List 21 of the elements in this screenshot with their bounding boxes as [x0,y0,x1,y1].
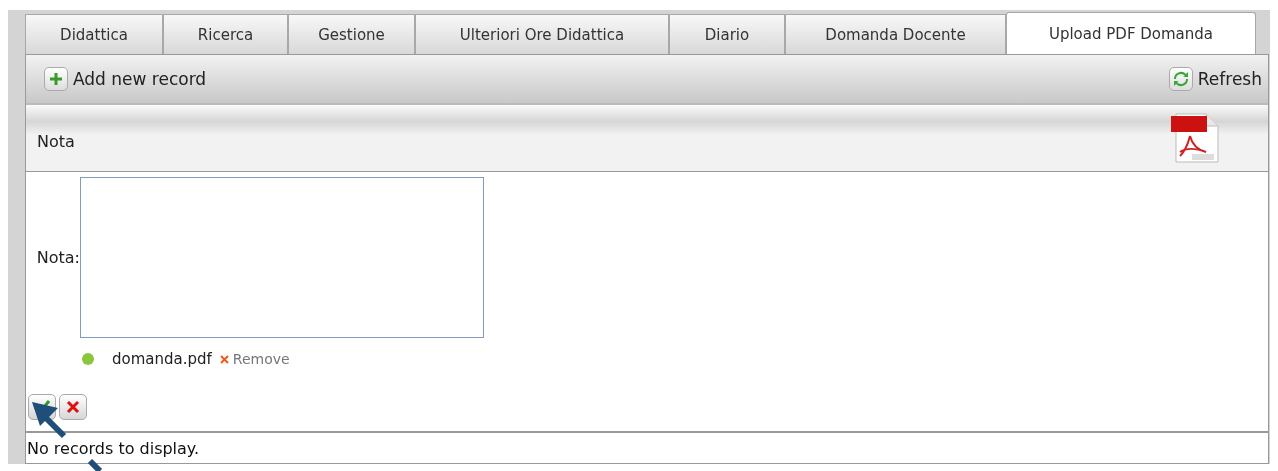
cancel-button[interactable] [59,394,87,420]
refresh-button[interactable]: Refresh [1168,67,1262,91]
column-header: Nota [37,131,75,151]
status-text: No records to display. [26,431,1268,463]
add-record-button[interactable]: Add new record [44,67,207,91]
tab[interactable]: Gestione [288,14,415,54]
cross-icon [219,354,229,364]
tab[interactable]: Domanda Docente [785,14,1006,54]
tab[interactable]: Diario [669,14,785,54]
refresh-icon [1168,67,1193,91]
tab[interactable]: Ricerca [163,14,288,54]
plus-icon [44,67,68,91]
field-label: Nota: [35,248,80,267]
remove-link[interactable]: Remove [219,351,290,367]
tab[interactable]: Upload PDF Domanda [1006,12,1256,54]
pdf-file-icon [1170,112,1222,164]
close-icon [66,400,80,414]
file-name: domanda.pdf [112,350,212,368]
tab[interactable]: Didattica [25,14,163,54]
note-input-field[interactable] [80,177,484,338]
tab[interactable]: Ulteriori Ore Didattica [415,14,669,54]
